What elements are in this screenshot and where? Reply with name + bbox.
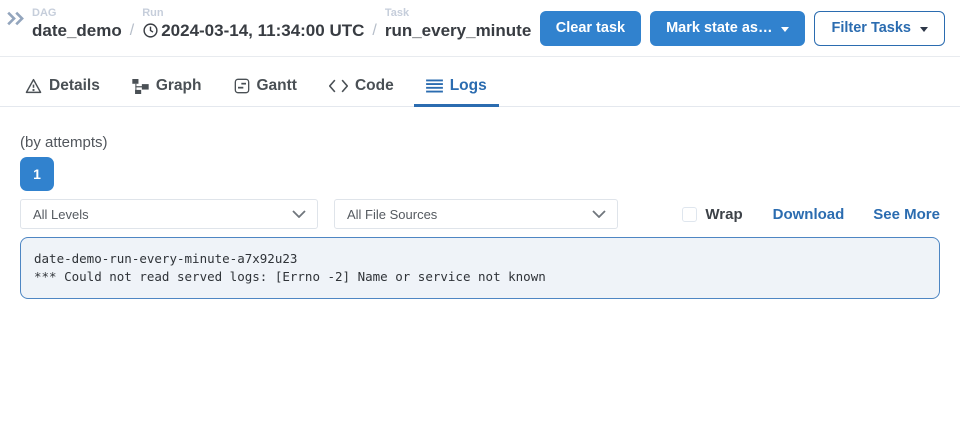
chevron-down-icon <box>292 210 306 218</box>
log-controls: All Levels All File Sources Wrap Downloa… <box>20 199 940 229</box>
chevron-down-icon <box>592 210 606 218</box>
wrap-label: Wrap <box>705 206 742 223</box>
download-link[interactable]: Download <box>773 206 845 223</box>
log-right-controls: Wrap Download See More <box>682 206 940 223</box>
header-actions: Clear task Mark state as… Filter Tasks <box>540 11 952 46</box>
gantt-icon <box>234 78 250 94</box>
tab-graph[interactable]: Graph <box>120 72 214 107</box>
task-instance-header: DAG date_demo / Run 2024-03-14, 11:34:00… <box>0 0 960 57</box>
attempt-1-button[interactable]: 1 <box>20 157 54 191</box>
tab-logs[interactable]: Logs <box>414 72 499 107</box>
tab-bar: Details Graph Gantt <box>0 72 960 107</box>
caret-down-icon <box>781 27 789 32</box>
dag-name[interactable]: date_demo <box>32 20 122 41</box>
log-line: date-demo-run-every-minute-a7x92u23 <box>34 250 926 268</box>
log-level-select[interactable]: All Levels <box>20 199 318 229</box>
tab-details[interactable]: Details <box>13 72 112 107</box>
breadcrumb-task[interactable]: Task run_every_minute <box>385 7 531 41</box>
mark-state-as-button[interactable]: Mark state as… <box>650 11 805 46</box>
breadcrumb-dag[interactable]: DAG date_demo <box>32 7 122 41</box>
graph-icon <box>132 79 149 94</box>
clear-task-button[interactable]: Clear task <box>540 11 641 46</box>
filter-tasks-button[interactable]: Filter Tasks <box>814 11 945 46</box>
logs-icon <box>426 79 443 93</box>
breadcrumb: DAG date_demo / Run 2024-03-14, 11:34:00… <box>32 7 531 50</box>
code-icon <box>329 79 348 93</box>
caret-down-icon <box>920 27 928 32</box>
run-timestamp: 2024-03-14, 11:34:00 UTC <box>161 20 364 41</box>
tab-code[interactable]: Code <box>317 72 406 107</box>
breadcrumb-run[interactable]: Run 2024-03-14, 11:34:00 UTC <box>142 7 364 41</box>
log-line: *** Could not read served logs: [Errno -… <box>34 268 926 286</box>
by-attempts-label: (by attempts) <box>20 134 940 151</box>
wrap-checkbox[interactable] <box>682 207 697 222</box>
log-output-box[interactable]: date-demo-run-every-minute-a7x92u23 *** … <box>20 237 940 299</box>
clock-icon <box>142 22 159 39</box>
run-value[interactable]: 2024-03-14, 11:34:00 UTC <box>142 20 364 41</box>
task-name[interactable]: run_every_minute <box>385 20 531 41</box>
warning-icon <box>25 78 42 94</box>
double-chevron-right-icon[interactable] <box>6 11 25 31</box>
breadcrumb-separator: / <box>372 21 376 41</box>
run-label: Run <box>142 7 364 20</box>
tab-gantt[interactable]: Gantt <box>222 72 309 107</box>
breadcrumb-separator: / <box>130 21 134 41</box>
dag-label: DAG <box>32 7 122 20</box>
file-source-select[interactable]: All File Sources <box>334 199 618 229</box>
task-label: Task <box>385 7 531 20</box>
see-more-link[interactable]: See More <box>873 206 940 223</box>
logs-panel: (by attempts) 1 All Levels All File Sour… <box>0 134 960 299</box>
